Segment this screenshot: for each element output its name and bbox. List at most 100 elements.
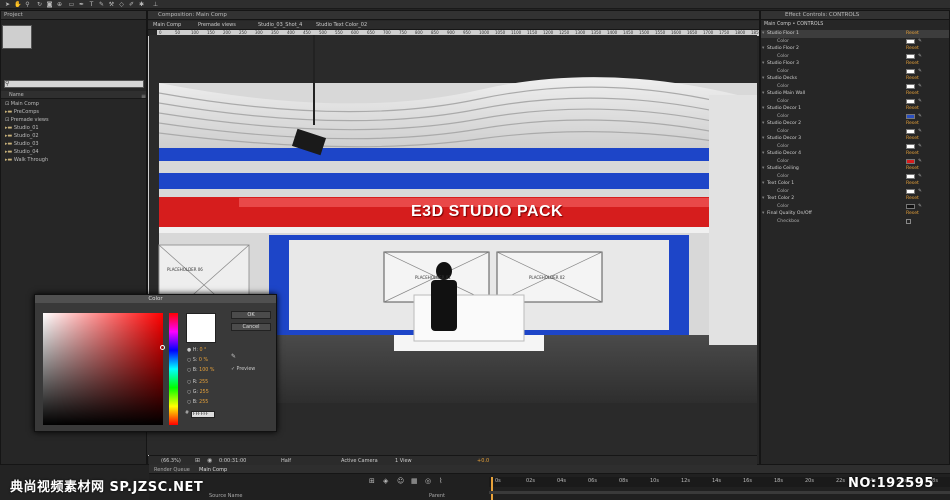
effect-property-row[interactable]: Color ✎	[761, 68, 949, 76]
hex-input[interactable]: FFFFFF	[191, 411, 215, 418]
breadcrumb-item[interactable]: Studio_03_Shot_4	[258, 22, 302, 28]
brightness-radio[interactable]: ○ B: 100 %	[187, 368, 214, 373]
color-swatch[interactable]	[906, 203, 915, 209]
effect-row[interactable]: ▾ Studio Floor 1 Reset	[761, 30, 949, 38]
selection-tool-icon[interactable]: ➤	[4, 1, 11, 8]
pen-tool-icon[interactable]: ✒	[78, 1, 85, 8]
reset-button[interactable]: Reset	[906, 90, 919, 98]
eyedropper-icon[interactable]: ✎	[918, 98, 922, 106]
effect-row[interactable]: ▾ Studio Floor 2 Reset	[761, 45, 949, 53]
expand-arrow-icon[interactable]: ▾	[762, 60, 764, 68]
eyedropper-icon[interactable]: ✎	[918, 173, 922, 181]
expand-arrow-icon[interactable]: ▾	[762, 90, 764, 98]
panel-menu-icon[interactable]: ≡	[141, 93, 146, 100]
saturation-brightness-field[interactable]	[43, 313, 163, 425]
effect-row[interactable]: ▾ Studio Decor 1 Reset	[761, 105, 949, 113]
expand-arrow-icon[interactable]: ▾	[762, 180, 764, 188]
expand-arrow-icon[interactable]: ▾	[762, 135, 764, 143]
reset-button[interactable]: Reset	[906, 150, 919, 158]
playhead[interactable]	[491, 477, 493, 500]
color-swatch[interactable]	[906, 53, 915, 59]
effect-property-row[interactable]: Color ✎	[761, 38, 949, 46]
draft-3d-icon[interactable]: ◈	[383, 477, 388, 485]
zoom-tool-icon[interactable]: ⚲	[24, 1, 31, 8]
effect-property-row[interactable]: Color ✎	[761, 143, 949, 151]
saturation-radio[interactable]: ○ S: 0 %	[187, 358, 208, 363]
reset-button[interactable]: Reset	[906, 60, 919, 68]
color-swatch[interactable]	[906, 38, 915, 44]
camera-tool-icon[interactable]: ◙	[46, 1, 53, 8]
mask-tool-icon[interactable]: ▭	[68, 1, 75, 8]
effect-row[interactable]: ▾ Studio Floor 3 Reset	[761, 60, 949, 68]
expand-arrow-icon[interactable]: ▾	[762, 75, 764, 83]
snapshot-icon[interactable]: ◉	[207, 457, 212, 464]
effect-property-row[interactable]: Color ✎	[761, 113, 949, 121]
frame-blending-icon[interactable]: ▦	[411, 477, 418, 485]
reset-button[interactable]: Reset	[906, 135, 919, 143]
eraser-tool-icon[interactable]: ◇	[118, 1, 125, 8]
effect-property-row[interactable]: Color ✎	[761, 53, 949, 61]
effect-property-row[interactable]: Color ✎	[761, 83, 949, 91]
rotate-tool-icon[interactable]: ↻	[36, 1, 43, 8]
color-swatch[interactable]	[906, 113, 915, 119]
graph-editor-icon[interactable]: ⌇	[439, 477, 442, 485]
expand-arrow-icon[interactable]: ▾	[762, 45, 764, 53]
expand-arrow-icon[interactable]: ▾	[762, 120, 764, 128]
tab-render-queue[interactable]: Render Queue	[154, 467, 190, 473]
list-item[interactable]: ▸▬ Walk Through	[1, 156, 146, 164]
work-area-bar[interactable]	[489, 491, 950, 494]
breadcrumb-item[interactable]: Studio Text Color_02	[316, 22, 367, 28]
effect-property-row[interactable]: Color ✎	[761, 188, 949, 196]
hue-radio[interactable]: ● H: 0 °	[187, 348, 206, 353]
green-radio[interactable]: ○ G: 255	[187, 390, 209, 395]
eyedropper-icon[interactable]: ✎	[918, 68, 922, 76]
color-swatch[interactable]	[906, 128, 915, 134]
source-name-column[interactable]: Source Name	[209, 493, 243, 499]
list-item[interactable]: ▸▬ Studio_02	[1, 132, 146, 140]
hand-tool-icon[interactable]: ✋	[14, 1, 21, 8]
effect-property-row[interactable]: Color ✎	[761, 158, 949, 166]
reset-button[interactable]: Reset	[906, 45, 919, 53]
preview-checkbox[interactable]: ✓ Preview	[231, 367, 255, 372]
resolution-dropdown[interactable]: Half	[281, 458, 291, 464]
reset-button[interactable]: Reset	[906, 30, 919, 38]
eyedropper-icon[interactable]: ✎	[918, 203, 922, 211]
color-swatch[interactable]	[906, 98, 915, 104]
color-swatch[interactable]	[906, 68, 915, 74]
list-item[interactable]: ▸▬ Studio_01	[1, 124, 146, 132]
expand-arrow-icon[interactable]: ▾	[762, 210, 764, 218]
breadcrumb-item[interactable]: Main Comp	[153, 22, 181, 28]
roto-tool-icon[interactable]: ✐	[128, 1, 135, 8]
checkbox[interactable]	[906, 218, 911, 224]
reset-button[interactable]: Reset	[906, 75, 919, 83]
effect-controls-title[interactable]: Effect Controls: CONTROLS	[761, 11, 949, 20]
effect-property-row[interactable]: Color ✎	[761, 203, 949, 211]
expand-arrow-icon[interactable]: ▾	[762, 150, 764, 158]
parent-column[interactable]: Parent	[429, 493, 445, 499]
color-swatch[interactable]	[906, 158, 915, 164]
stamp-tool-icon[interactable]: ⚒	[108, 1, 115, 8]
effect-property-row[interactable]: Checkbox	[761, 218, 949, 226]
text-tool-icon[interactable]: T	[88, 1, 95, 8]
timecode[interactable]: 0:00:31:00	[219, 458, 246, 464]
reset-button[interactable]: Reset	[906, 105, 919, 113]
effect-row[interactable]: ▾ Studio Decor 2 Reset	[761, 120, 949, 128]
grid-icon[interactable]: ⊞	[195, 457, 200, 464]
effect-row[interactable]: ▾ Studio Decor 4 Reset	[761, 150, 949, 158]
effect-row[interactable]: ▾ Studio Decor 3 Reset	[761, 135, 949, 143]
color-swatch[interactable]	[906, 83, 915, 89]
reset-button[interactable]: Reset	[906, 195, 919, 203]
eyedropper-icon[interactable]: ✎	[918, 38, 922, 46]
effect-row[interactable]: ▾ Studio Main Wall Reset	[761, 90, 949, 98]
brush-tool-icon[interactable]: ✎	[98, 1, 105, 8]
expand-arrow-icon[interactable]: ▾	[762, 195, 764, 203]
eyedropper-icon[interactable]: ✎	[918, 128, 922, 136]
effect-row[interactable]: ▾ Text Color 2 Reset	[761, 195, 949, 203]
eyedropper-icon[interactable]: ✎	[918, 188, 922, 196]
hue-slider[interactable]	[169, 313, 178, 425]
effect-property-row[interactable]: Color ✎	[761, 173, 949, 181]
tab-main-comp[interactable]: Main Comp	[199, 467, 227, 473]
puppet-tool-icon[interactable]: ✱	[138, 1, 145, 8]
reset-button[interactable]: Reset	[906, 165, 919, 173]
color-cursor[interactable]	[160, 345, 165, 350]
